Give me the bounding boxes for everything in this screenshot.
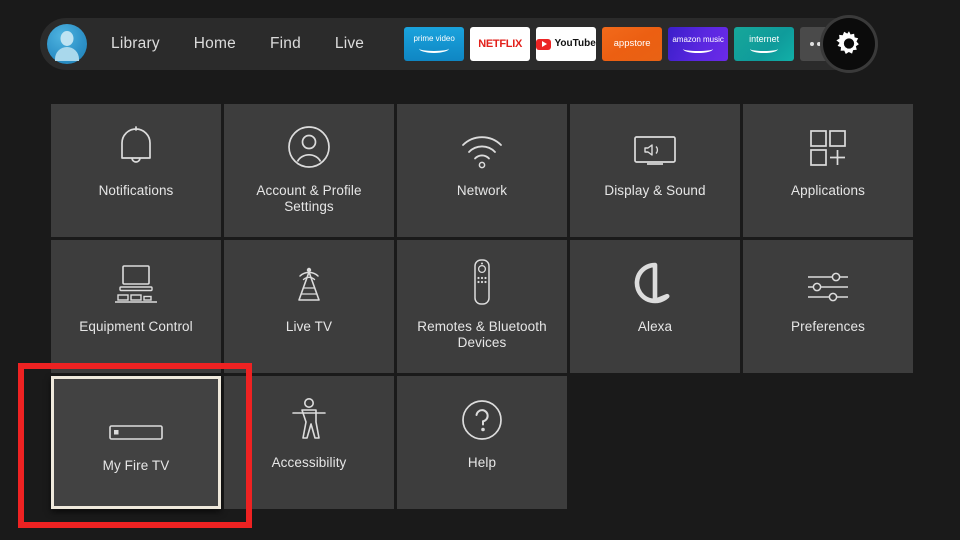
app-tile-prime-video[interactable]: prime video (404, 27, 465, 61)
tv-speaker-icon (629, 104, 681, 174)
antenna-icon (286, 240, 332, 310)
settings-grid: Notifications Account & Profile Settings (51, 104, 916, 512)
fire-tv-stick-icon (107, 379, 165, 449)
alexa-ring-icon (632, 240, 678, 310)
wifi-icon (458, 104, 506, 174)
app-tile-netflix[interactable]: NETFLIX (470, 27, 531, 61)
tile-label: Remotes & Bluetooth Devices (417, 319, 547, 350)
app-grid-plus-icon (805, 104, 851, 174)
settings-tile-preferences[interactable]: Preferences (743, 240, 913, 373)
app-shortcuts: prime video NETFLIX YouTube appstore ama… (404, 27, 839, 61)
nav-item-live[interactable]: Live (335, 35, 364, 53)
amazon-smile-icon (683, 45, 714, 53)
tile-label: Help (467, 455, 497, 470)
app-label-amazon-music: amazon music (672, 34, 724, 44)
settings-row: Equipment Control Live TV Remotes & Blue… (51, 240, 916, 373)
nav-links: Library Home Find Live (111, 35, 398, 53)
tile-label: Network (456, 183, 508, 198)
tile-label: My Fire TV (102, 458, 170, 473)
amazon-smile-icon (750, 45, 779, 53)
settings-row: My Fire TV Accessibility Help (51, 376, 916, 509)
fire-tv-settings-screen: Library Home Find Live prime video NETFL… (0, 0, 960, 540)
youtube-play-icon (536, 38, 552, 50)
nav-item-library[interactable]: Library (111, 35, 160, 53)
tile-label: Equipment Control (79, 319, 193, 334)
ellipsis-dot-icon (817, 42, 822, 46)
avatar-head (60, 31, 74, 46)
avatar-body (55, 47, 79, 61)
settings-tile-equipment-control[interactable]: Equipment Control (51, 240, 221, 373)
tile-label: Applications (791, 183, 865, 198)
app-label-youtube: YouTube (554, 38, 596, 49)
person-circle-icon (286, 104, 332, 174)
question-circle-icon (460, 376, 504, 446)
ellipsis-dot-icon (809, 42, 814, 46)
settings-tile-my-fire-tv[interactable]: My Fire TV (51, 376, 221, 509)
app-tile-appstore[interactable]: appstore (602, 27, 663, 61)
settings-tile-display-sound[interactable]: Display & Sound (570, 104, 740, 237)
tv-devices-icon (110, 240, 162, 310)
settings-tile-remotes-bluetooth-devices[interactable]: Remotes & Bluetooth Devices (397, 240, 567, 373)
accessibility-person-icon (288, 376, 330, 446)
tile-label: Alexa (637, 319, 673, 334)
settings-tile-help[interactable]: Help (397, 376, 567, 509)
settings-button[interactable] (823, 18, 875, 70)
tile-label: Preferences (791, 319, 865, 334)
app-label-prime-video: prime video (413, 34, 455, 43)
tile-label: Accessibility (271, 455, 347, 470)
profile-avatar-icon[interactable] (47, 24, 87, 64)
tile-label: Live TV (285, 319, 333, 334)
sliders-icon (802, 240, 854, 310)
nav-item-find[interactable]: Find (270, 35, 301, 53)
settings-tile-applications[interactable]: Applications (743, 104, 913, 237)
tile-label: Display & Sound (604, 183, 706, 198)
nav-item-home[interactable]: Home (194, 35, 236, 53)
app-tile-internet[interactable]: internet (734, 27, 795, 61)
app-tile-amazon-music[interactable]: amazon music (668, 27, 729, 61)
settings-tile-live-tv[interactable]: Live TV (224, 240, 394, 373)
settings-tile-account-profile-settings[interactable]: Account & Profile Settings (224, 104, 394, 237)
gear-icon (836, 31, 859, 54)
amazon-smile-icon (419, 44, 450, 53)
app-label-netflix: NETFLIX (478, 37, 522, 50)
remote-control-icon (468, 240, 496, 310)
bell-icon (114, 104, 158, 174)
tile-label: Notifications (98, 183, 174, 198)
settings-tile-notifications[interactable]: Notifications (51, 104, 221, 237)
app-label-appstore: appstore (613, 38, 651, 50)
app-tile-youtube[interactable]: YouTube (536, 27, 597, 61)
settings-tile-alexa[interactable]: Alexa (570, 240, 740, 373)
top-navigation-bar: Library Home Find Live prime video NETFL… (40, 18, 875, 70)
app-label-internet: internet (749, 34, 780, 44)
settings-row: Notifications Account & Profile Settings (51, 104, 916, 237)
settings-tile-network[interactable]: Network (397, 104, 567, 237)
settings-tile-accessibility[interactable]: Accessibility (224, 376, 394, 509)
tile-label: Account & Profile Settings (256, 183, 362, 214)
